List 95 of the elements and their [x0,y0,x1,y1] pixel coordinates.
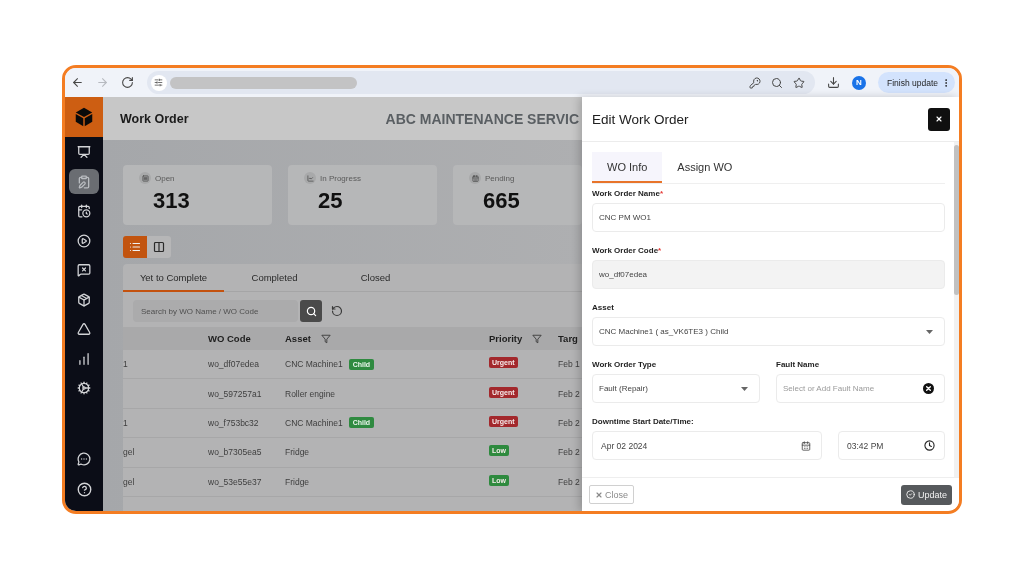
company-name: ABC MAINTENANCE SERVIC [385,110,579,127]
table-cell: wo_597257a1 [208,388,262,399]
search-field[interactable]: Search by WO Name / WO Code [133,300,298,322]
time-field[interactable]: 03:42 PM [838,431,945,460]
text-field[interactable]: CNC PM WO1 [592,203,945,232]
magnifier-icon[interactable] [771,76,783,89]
calendar-icon[interactable] [801,440,811,451]
tab[interactable]: Closed [325,264,426,292]
table-cell: wo_f753bc32 [208,417,259,428]
scrollbar-thumb[interactable] [954,145,959,295]
tab[interactable]: WO Info [592,152,663,183]
close-button[interactable]: Close [589,485,634,504]
column-view-button[interactable] [147,236,171,258]
filter-icon[interactable] [320,333,331,344]
site-settings-icon[interactable] [150,74,167,91]
gear-icon [77,381,91,395]
search-button[interactable] [300,300,322,322]
triangle-icon [77,322,91,336]
table-cell: Feb 1 [558,359,580,370]
tab[interactable]: Yet to Complete [123,264,224,292]
page-title: Work Order [120,111,189,126]
profile-button[interactable]: N [852,75,866,90]
clipboard-icon [77,174,91,189]
list-icon [129,241,141,253]
table-cell: CNC Machine1 [285,417,343,428]
table-cell: Roller engine [285,388,336,399]
clock-icon[interactable] [924,440,935,451]
table-cell: Feb 2 [558,388,580,399]
close-icon [935,115,943,123]
back-icon[interactable] [71,76,84,89]
table-cell: Feb 2 [558,476,580,487]
column-header[interactable]: Targ [558,333,578,344]
column-header[interactable]: Asset [285,333,311,344]
chart-icon [304,172,316,184]
table-cell: Fridge [285,447,310,458]
check-circle-icon [905,490,915,499]
tab[interactable]: Assign WO [662,152,748,183]
reload-icon[interactable] [120,76,134,89]
list-view-button[interactable] [123,236,147,258]
play-icon [77,233,91,248]
table-cell: Feb 2 [558,417,580,428]
table-cell: wo_b7305ea5 [208,447,262,458]
stat-value: 313 [153,189,190,213]
table-cell: CNC Machine1 [285,359,343,370]
calendar-icon [469,172,481,184]
date-field[interactable]: Apr 02 2024 [592,431,822,460]
tab[interactable]: Completed [224,264,325,292]
column-header[interactable]: WO Code [208,333,251,344]
help-icon [76,482,92,497]
table-cell: Fridge [285,476,310,487]
search-icon [305,305,317,317]
stat-label: In Progress [320,173,361,183]
presentation-icon [77,145,91,159]
finish-update-button[interactable]: Finish update [877,72,955,93]
chat-icon [77,451,91,466]
bar-chart-icon [77,351,91,366]
table-cell: Feb 2 [558,447,580,458]
field-label: Work Order Type [592,360,658,370]
package-icon [77,292,91,307]
select-field[interactable]: CNC Machine1 ( as_VK6TE3 ) Child [592,317,945,346]
clear-icon[interactable] [923,383,934,394]
calendar-clock-icon [77,204,91,218]
field-label: Downtime Start Date/Time: [592,417,695,427]
download-icon[interactable] [827,76,840,89]
stat-value: 25 [318,189,343,213]
caret-icon[interactable] [926,329,933,334]
drawer-title: Edit Work Order [592,111,689,127]
table-cell: gel [123,447,135,458]
key-icon[interactable] [749,76,761,89]
columns-icon [153,241,165,253]
caret-icon[interactable] [741,386,748,391]
close-button[interactable] [928,107,950,131]
stat-value: 665 [483,189,520,213]
table-cell: wo_df07edea [208,359,260,370]
list-icon [139,172,151,184]
select-field[interactable]: Fault (Repair) [592,374,760,403]
cube-logo-icon[interactable] [73,106,95,128]
table-cell: wo_53e55e37 [208,476,262,487]
column-header[interactable]: Priority [489,333,523,344]
filter-icon[interactable] [532,333,543,344]
table-cell: 1 [123,359,128,370]
star-icon[interactable] [793,76,805,89]
x-icon [595,490,603,499]
stat-label: Open [155,173,175,183]
field-label: Work Order Name* [592,189,664,199]
table-cell: 1 [123,417,128,428]
sidebar-item[interactable] [69,169,99,194]
field-label: Fault Name [776,360,821,370]
update-button[interactable]: Update [900,484,952,505]
message-x-icon [77,263,91,277]
field-label: Asset [592,303,615,313]
field-label: Work Order Code* [592,246,663,256]
stat-label: Pending [485,173,515,183]
refresh-icon[interactable] [331,305,343,317]
table-cell: gel [123,476,135,487]
